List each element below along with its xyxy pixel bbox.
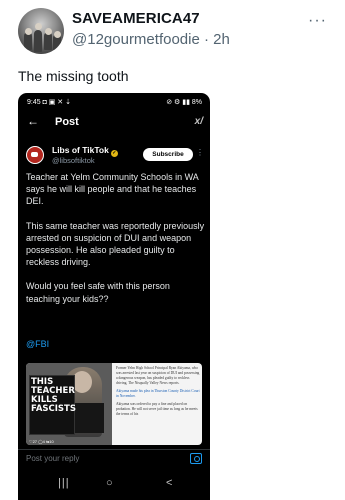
photo-engagement-stats: ♡27 ◯4 ⇆10 xyxy=(29,439,54,444)
separator-dot: · xyxy=(203,31,209,48)
avatar-figure-head xyxy=(44,28,52,35)
media-photo[interactable]: THIS TEACHER KILLS FASCISTS ♡27 ◯4 ⇆10 xyxy=(26,363,112,445)
recents-icon[interactable]: ||| xyxy=(58,477,70,489)
reply-input[interactable]: Post your reply xyxy=(26,454,79,463)
user-handle[interactable]: @12gourmetfoodie xyxy=(72,31,200,48)
reply-bar: Post your reply xyxy=(18,449,210,469)
status-right: ⊘ ⚙ ▮▮ 8% xyxy=(166,98,202,106)
avatar-figure xyxy=(34,30,42,52)
media-article-screenshot[interactable]: Former Yelm High School Principal Ryan A… xyxy=(116,366,200,420)
verified-badge-icon: ✓ xyxy=(110,150,118,157)
author-avatar[interactable] xyxy=(26,146,44,164)
attached-screenshot[interactable]: 9:45 ◘ ▣ ✕ ⇣ ⊘ ⚙ ▮▮ 8% ← Post x/ Libs of… xyxy=(18,93,210,500)
post-paragraph: This same teacher was reportedly previou… xyxy=(26,220,205,268)
system-back-icon[interactable]: < xyxy=(166,477,172,489)
notification-icons: ◘ ▣ ✕ ⇣ xyxy=(42,99,71,106)
avatar-figure-head xyxy=(53,31,61,38)
post-paragraph: Would you feel safe with this person tea… xyxy=(26,281,170,304)
avatar-figure-head xyxy=(34,23,42,30)
more-options-icon[interactable]: ··· xyxy=(308,12,327,30)
back-arrow-icon[interactable]: ← xyxy=(27,114,39,128)
post-body: Teacher at Yelm Community Schools in WA … xyxy=(26,171,206,317)
post-nav-bar: ← Post x/ xyxy=(18,113,210,135)
system-nav-bar: ||| ○ < xyxy=(18,471,210,500)
sign-line: FASCISTS xyxy=(31,404,76,414)
post-paragraph: Teacher at Yelm Community Schools in WA … xyxy=(26,172,199,207)
battery-level: 8% xyxy=(191,99,202,106)
user-avatar[interactable] xyxy=(18,8,64,54)
signal-icons: ⊘ ⚙ ▮▮ xyxy=(166,99,190,106)
post-title: Post xyxy=(55,116,79,128)
article-paragraph: Former Yelm High School Principal Ryan A… xyxy=(116,366,200,385)
author-handle[interactable]: @libsoftiktok xyxy=(52,156,95,165)
camera-icon[interactable] xyxy=(190,453,202,464)
avatar-figure-head xyxy=(24,28,32,35)
status-bar: 9:45 ◘ ▣ ✕ ⇣ ⊘ ⚙ ▮▮ 8% xyxy=(18,93,210,111)
status-time: 9:45 xyxy=(27,99,41,106)
post-media[interactable]: THIS TEACHER KILLS FASCISTS ♡27 ◯4 ⇆10 F… xyxy=(26,363,202,445)
status-left: 9:45 ◘ ▣ ✕ ⇣ xyxy=(27,98,71,106)
home-icon[interactable]: ○ xyxy=(106,477,113,489)
mention-link[interactable]: @FBI xyxy=(26,339,49,349)
display-name[interactable]: SAVEAMERICA47 xyxy=(72,10,200,27)
handle-row: @12gourmetfoodie · 2h xyxy=(72,31,230,48)
tweet-text: The missing tooth xyxy=(18,68,129,84)
article-paragraph: Akiyama was ordered to pay a fine and pl… xyxy=(116,402,198,416)
grok-icon[interactable]: x/ xyxy=(195,116,203,127)
subscribe-button[interactable]: Subscribe xyxy=(143,148,193,161)
article-link: Akiyama made his plea in Thurston County… xyxy=(116,389,200,398)
sign-text: THIS TEACHER KILLS FASCISTS xyxy=(31,378,76,414)
post-more-icon[interactable]: ⋮ xyxy=(196,148,204,157)
photo-shirt xyxy=(74,403,104,433)
post-time[interactable]: 2h xyxy=(213,31,230,48)
author-name[interactable]: Libs of TikTok xyxy=(52,145,109,155)
